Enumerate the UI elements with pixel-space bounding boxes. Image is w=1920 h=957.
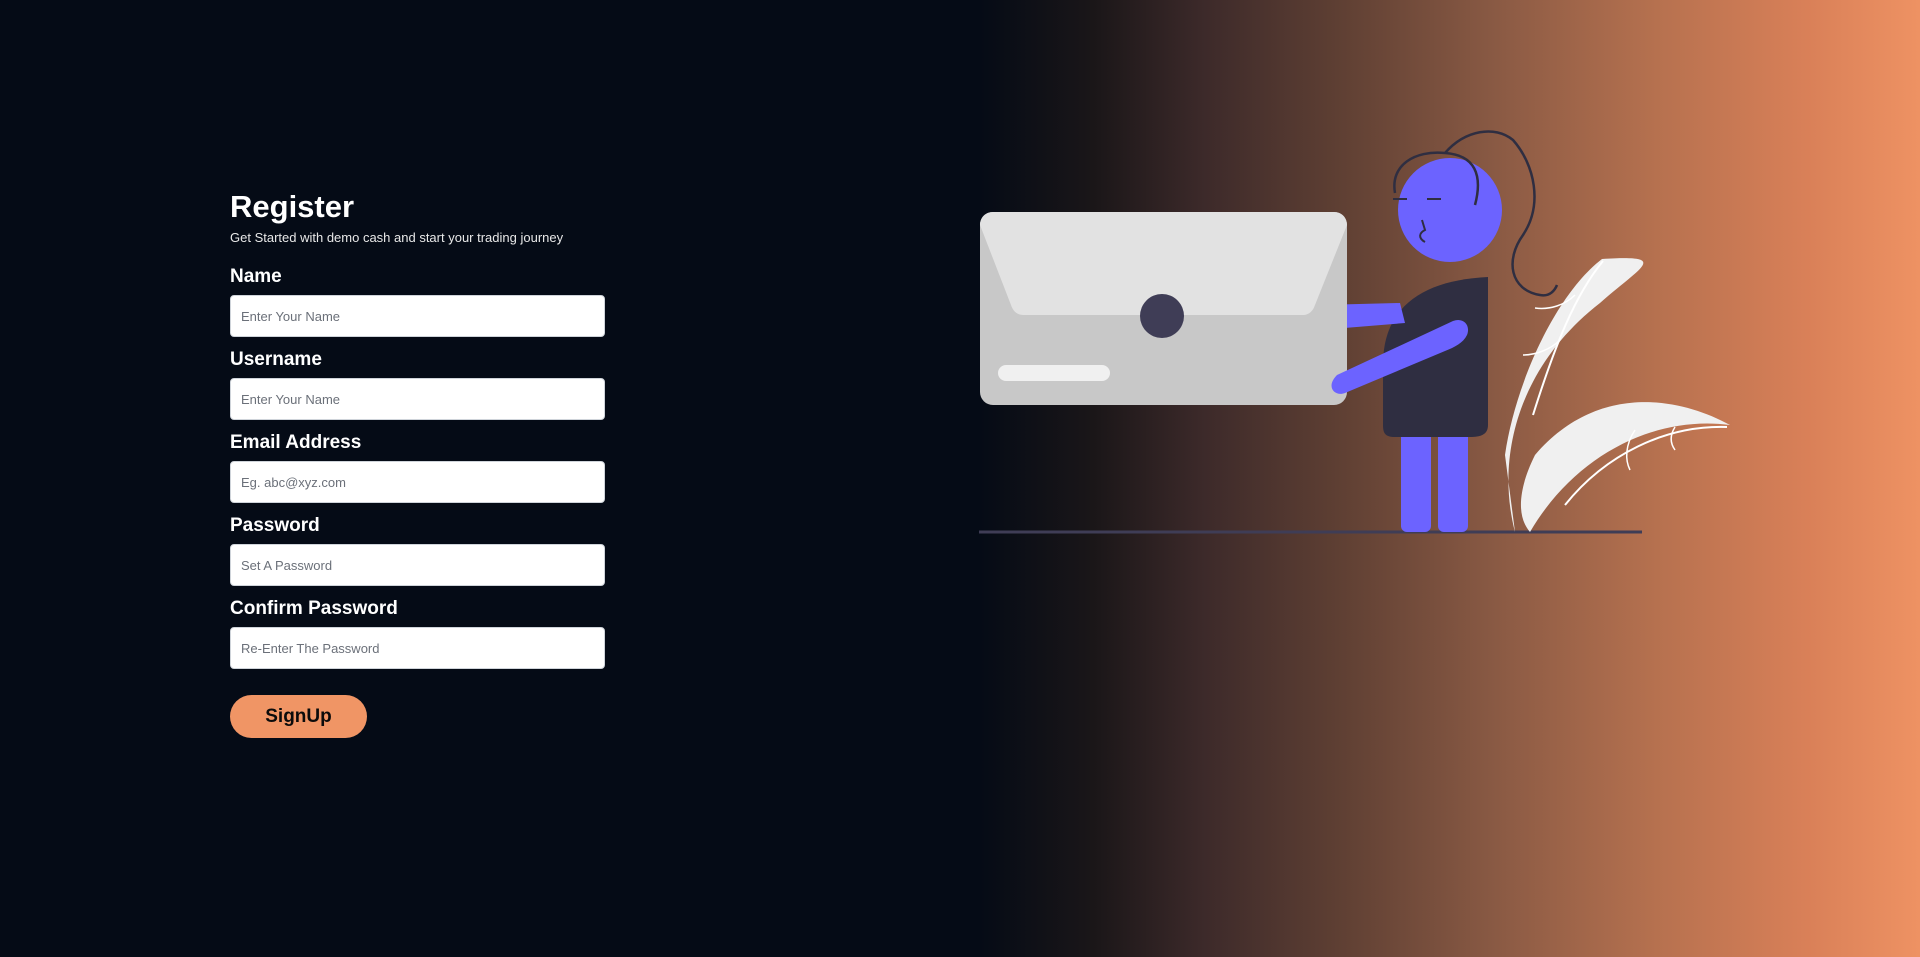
email-input[interactable] xyxy=(230,461,605,503)
head xyxy=(1398,158,1502,262)
right-leg xyxy=(1438,425,1468,532)
plant-icon xyxy=(1505,258,1730,532)
confirm-password-label: Confirm Password xyxy=(230,598,398,619)
register-form: Register Get Started with demo cash and … xyxy=(230,188,610,738)
envelope-icon xyxy=(980,212,1347,405)
username-input[interactable] xyxy=(230,378,605,420)
username-label: Username xyxy=(230,349,322,370)
name-label: Name xyxy=(230,266,282,287)
password-input[interactable] xyxy=(230,544,605,586)
password-label: Password xyxy=(230,515,320,536)
signup-button[interactable]: SignUp xyxy=(230,695,367,738)
name-input[interactable] xyxy=(230,295,605,337)
person-holding-envelope-illustration xyxy=(979,130,1730,534)
left-leg xyxy=(1401,425,1431,532)
register-page: Register Get Started with demo cash and … xyxy=(0,0,1920,957)
page-subtitle: Get Started with demo cash and start you… xyxy=(230,230,564,245)
email-label: Email Address xyxy=(230,432,362,453)
confirm-password-input[interactable] xyxy=(230,627,605,669)
page-title: Register xyxy=(230,189,355,224)
